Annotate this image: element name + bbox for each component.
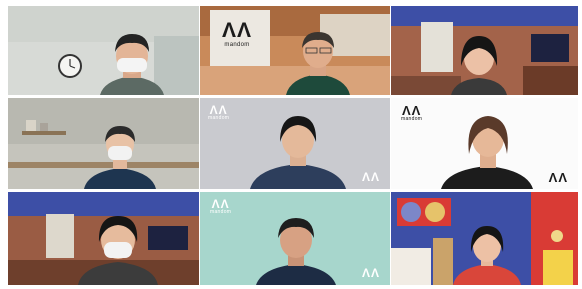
video-feed-7 bbox=[8, 192, 199, 285]
participant-tile-6[interactable]: ΛΛ mandom ΛΛ bbox=[391, 98, 578, 189]
logo-wordmark: mandom bbox=[224, 42, 250, 48]
logo-wordmark: mandom bbox=[208, 115, 230, 121]
brand-logo-small: ΛΛ mandom bbox=[401, 104, 422, 122]
participant-tile-5[interactable]: ΛΛ mandom ΛΛ bbox=[200, 98, 390, 189]
video-grid: ΛΛ mandom ΛΛ mandom ΛΛ ΛΛ mandom ΛΛ ΛΛ m… bbox=[8, 6, 578, 286]
brand-logo-small: ΛΛ mandom bbox=[208, 104, 229, 121]
logo-mark: ΛΛ bbox=[361, 170, 380, 184]
participant-tile-8[interactable]: ΛΛ mandom ΛΛ bbox=[200, 192, 390, 285]
video-feed-9 bbox=[391, 192, 578, 285]
participant-tile-4[interactable] bbox=[8, 98, 199, 189]
video-feed-4 bbox=[8, 98, 199, 189]
logo-mark: ΛΛ bbox=[361, 266, 380, 280]
participant-tile-2[interactable]: ΛΛ mandom bbox=[200, 6, 390, 95]
logo-wordmark: mandom bbox=[401, 116, 423, 122]
logo-wordmark: mandom bbox=[210, 209, 232, 215]
brand-logo-corner: ΛΛ bbox=[362, 267, 380, 279]
participant-tile-7[interactable] bbox=[8, 192, 199, 285]
participant-tile-3[interactable] bbox=[391, 6, 578, 95]
logo-mark: ΛΛ bbox=[548, 170, 568, 185]
brand-logo-corner: ΛΛ bbox=[549, 171, 568, 184]
video-feed-3 bbox=[391, 6, 578, 95]
participant-tile-9[interactable] bbox=[391, 192, 578, 285]
brand-logo-small: ΛΛ mandom bbox=[210, 198, 231, 215]
participant-tile-1[interactable] bbox=[8, 6, 199, 95]
video-feed-1 bbox=[8, 6, 199, 95]
brand-logo: ΛΛ mandom bbox=[222, 20, 252, 48]
logo-mark: ΛΛ bbox=[222, 19, 253, 42]
brand-logo-corner: ΛΛ bbox=[362, 171, 380, 183]
